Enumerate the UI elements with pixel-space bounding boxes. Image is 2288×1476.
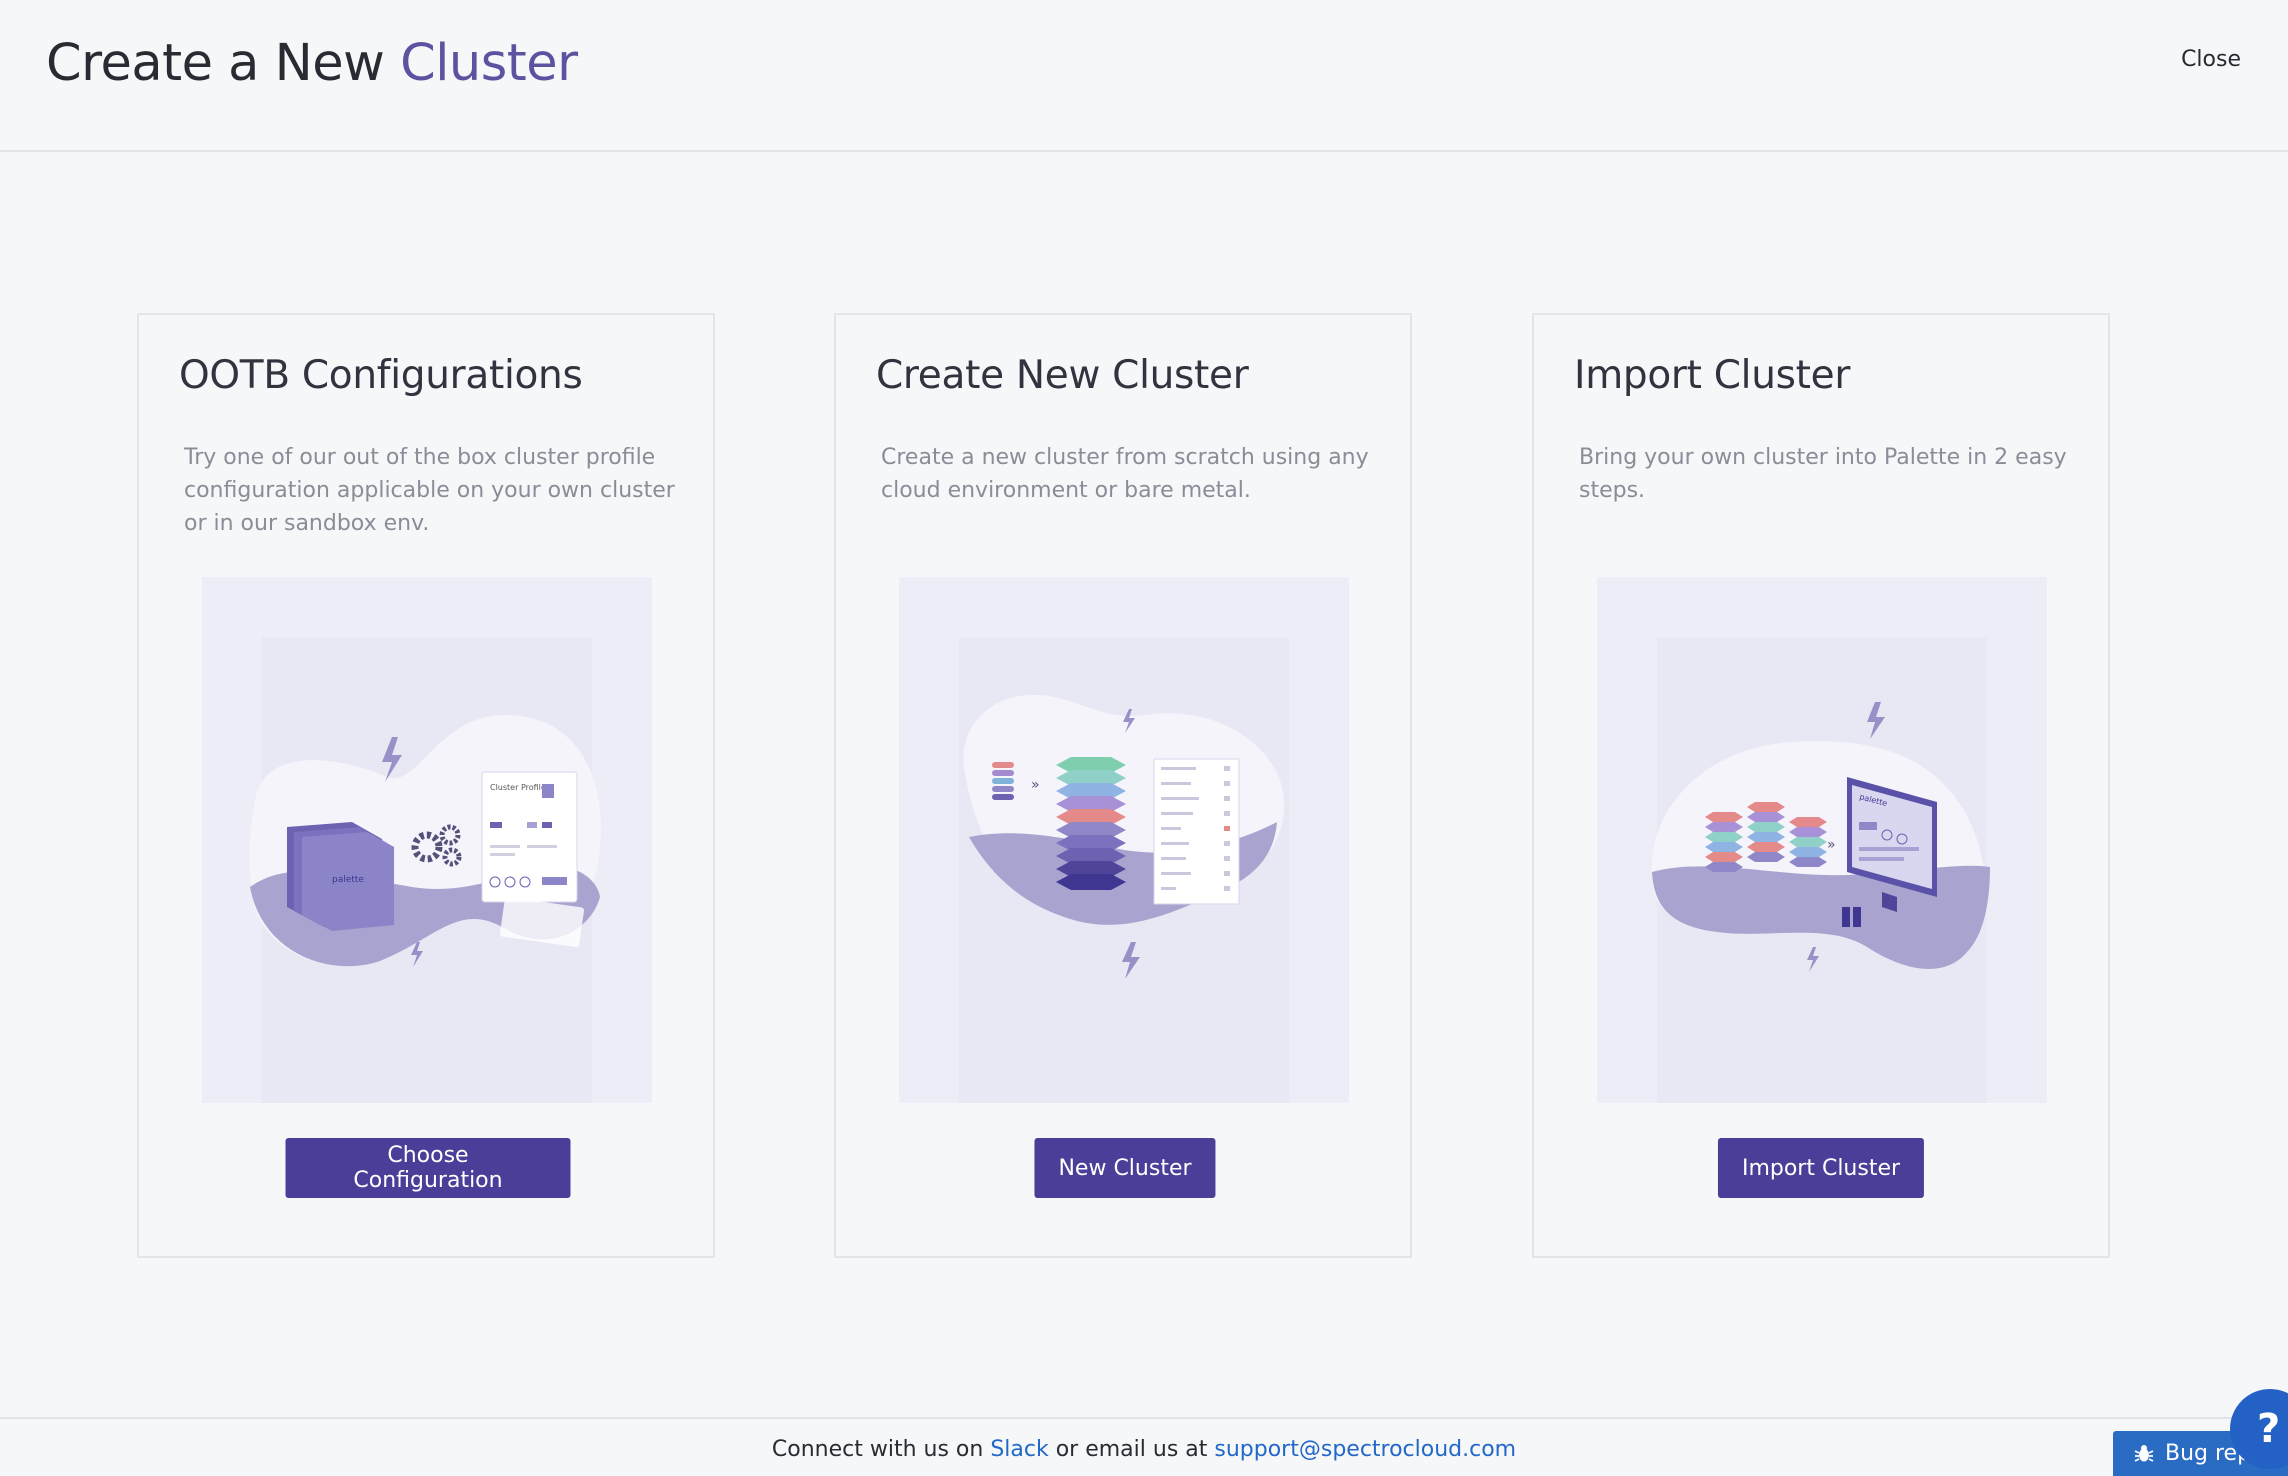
arrow-icon: »: [1827, 837, 1836, 853]
card-description: Create a new cluster from scratch using …: [881, 445, 1369, 503]
page-title-accent: Cluster: [400, 34, 578, 93]
card-title: OOTB Configurations: [179, 353, 583, 398]
page-title: Create a New Cluster: [46, 34, 578, 93]
card-title: Create New Cluster: [876, 353, 1249, 398]
slack-link[interactable]: Slack: [990, 1437, 1048, 1462]
ootb-illustration: palette Cluster Profile: [202, 577, 652, 1103]
footer-text: Connect with us on Slack or email us at …: [0, 1437, 2288, 1462]
new-cluster-illustration: »: [899, 577, 1349, 1103]
card-ootb-configurations: OOTB Configurations Try one of our out o…: [137, 313, 715, 1258]
cluster-profile-card-title: Cluster Profile: [490, 783, 546, 792]
new-cluster-button[interactable]: New Cluster: [1034, 1138, 1216, 1198]
folder-logo-text: palette: [332, 875, 364, 885]
import-cluster-button[interactable]: Import Cluster: [1717, 1138, 1925, 1198]
card-create-new-cluster: Create New Cluster Create a new cluster …: [834, 313, 1412, 1258]
footer-text-before: Connect with us on: [771, 1437, 984, 1462]
card-description: Bring your own cluster into Palette in 2…: [1579, 445, 2067, 503]
card-import-cluster: Import Cluster Bring your own cluster in…: [1532, 313, 2110, 1258]
footer: Connect with us on Slack or email us at …: [0, 1417, 2288, 1476]
choose-configuration-button[interactable]: Choose Configuration: [285, 1138, 571, 1198]
card-title: Import Cluster: [1574, 353, 1851, 398]
page-title-prefix: Create a New: [46, 34, 385, 93]
page-header: Create a New Cluster Close: [0, 0, 2288, 152]
layers-list-panel: [1153, 758, 1240, 905]
cluster-profile-card: Cluster Profile: [481, 771, 578, 903]
import-cluster-illustration: » palette: [1597, 577, 2047, 1103]
support-email-link[interactable]: support@spectrocloud.com: [1214, 1437, 1516, 1462]
close-button[interactable]: Close: [2175, 46, 2247, 73]
arrow-icon: »: [1031, 777, 1040, 793]
footer-text-middle: or email us at: [1055, 1437, 1208, 1462]
card-description: Try one of our out of the box cluster pr…: [184, 445, 675, 536]
mini-stack-icon: [992, 762, 1014, 800]
bug-icon: [2134, 1445, 2154, 1462]
